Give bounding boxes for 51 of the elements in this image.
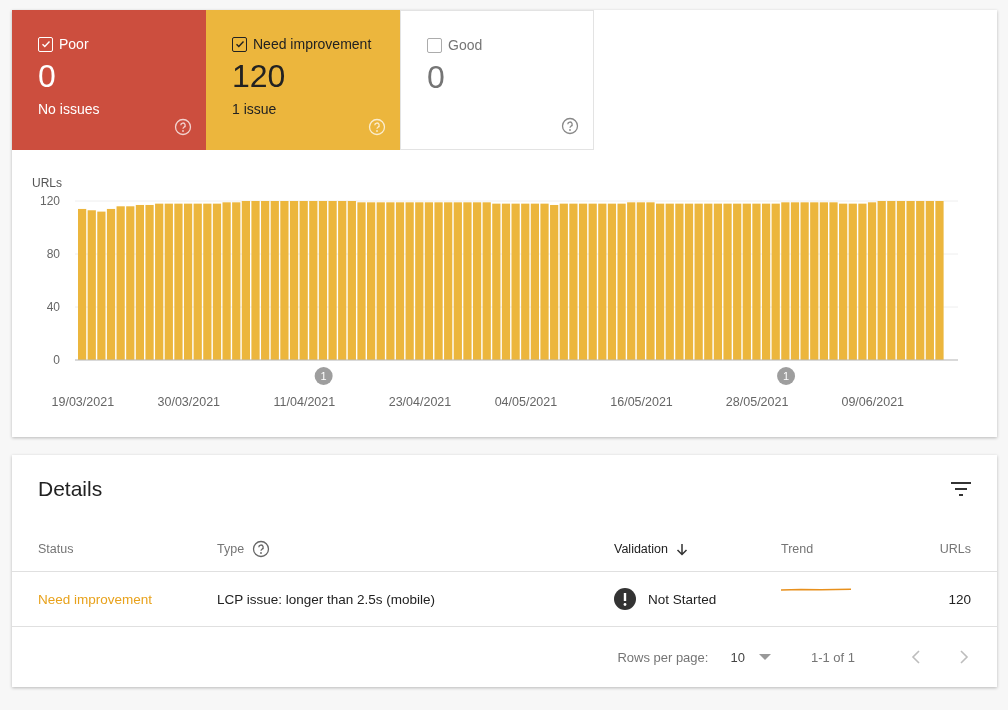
axis-label: 120 (39, 194, 60, 208)
tile-count: 0 (38, 58, 57, 95)
rows-per-page-label: Rows per page: (617, 649, 709, 665)
axis-label: 40 (46, 300, 60, 314)
column-header[interactable]: Type (217, 542, 245, 556)
dropdown-caret-icon (758, 653, 771, 661)
check-icon (234, 39, 245, 49)
help-icon[interactable] (252, 540, 271, 558)
column-header[interactable]: URLs (939, 542, 971, 556)
trend-sparkline (781, 587, 851, 591)
filter-icon[interactable] (951, 482, 971, 496)
tile-label: Need improvement (253, 36, 372, 52)
axis-label: 04/05/2021 (494, 395, 558, 409)
summary-tile[interactable]: Good 0 (400, 10, 594, 150)
chevron-right-icon (959, 649, 969, 665)
axis-title: URLs (32, 176, 62, 190)
column-header[interactable]: Trend (781, 542, 814, 556)
type-cell: LCP issue: longer than 2.5s (mobile) (217, 591, 436, 607)
help-icon[interactable] (561, 117, 579, 135)
axis-label: 30/03/2021 (157, 395, 221, 409)
column-header[interactable]: Status (38, 542, 74, 556)
urls-cell: 120 (948, 591, 971, 607)
alert-icon (614, 588, 636, 610)
status-cell: Need improvement (38, 591, 153, 607)
check-icon (40, 39, 51, 49)
axis-label: 16/05/2021 (610, 395, 673, 409)
tile-label: Poor (59, 36, 89, 52)
tile-caption: 1 issue (232, 101, 278, 117)
tile-count: 120 (232, 58, 287, 95)
axis-label: 19/03/2021 (51, 395, 115, 409)
tile-count: 0 (427, 59, 446, 96)
axis-label: 80 (46, 247, 60, 261)
axis-label: 23/04/2021 (388, 395, 452, 409)
event-marker[interactable]: 1 (777, 367, 796, 385)
validation-text: Not Started (648, 591, 717, 607)
sort-down-icon[interactable] (676, 542, 688, 556)
checkbox[interactable] (232, 36, 247, 52)
axis-label: 09/06/2021 (841, 395, 905, 409)
axis-label: 11/04/2021 (273, 395, 336, 409)
axis-label: 0 (53, 353, 60, 367)
rows-per-page-select[interactable]: 10 (730, 649, 771, 665)
page-range: 1-1 of 1 (810, 649, 855, 665)
section-title: Details (38, 477, 103, 501)
checkbox[interactable] (427, 37, 442, 53)
summary-tile[interactable]: Need improvement 120 1 issue (206, 10, 400, 150)
axis-label: 28/05/2021 (725, 395, 789, 409)
chevron-left-icon (911, 649, 921, 665)
tile-caption: No issues (38, 101, 101, 117)
event-marker[interactable]: 1 (314, 367, 333, 385)
column-header[interactable]: Validation (614, 542, 668, 556)
tile-label: Good (448, 37, 483, 53)
